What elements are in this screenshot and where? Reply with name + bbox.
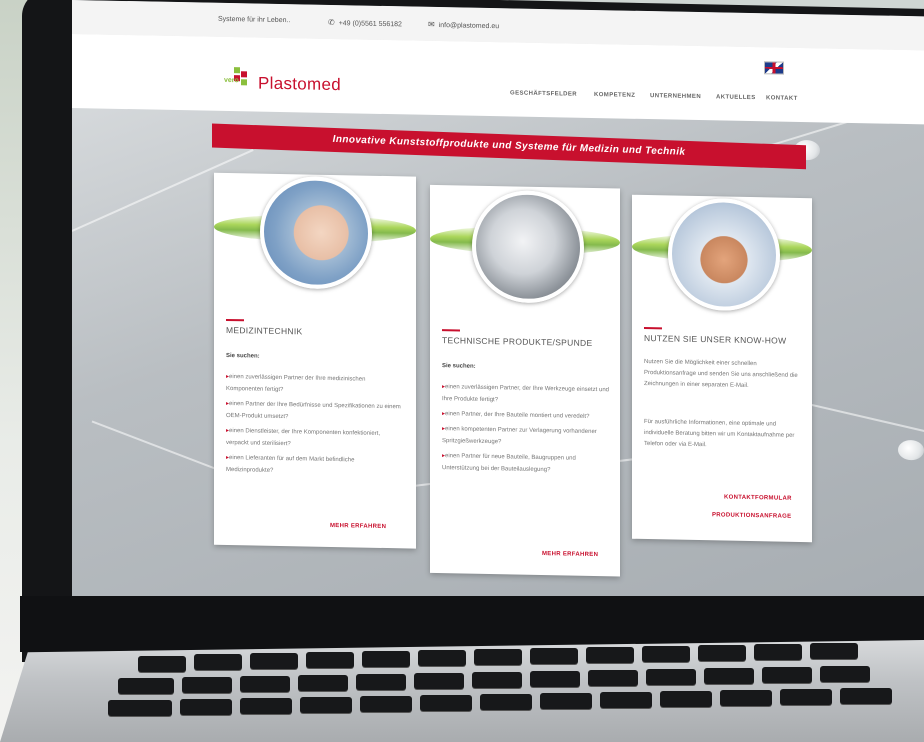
list-item: einen zuverlässigen Partner der Ihre med… [226, 371, 402, 398]
keyboard-key [540, 693, 592, 709]
keyboard-key [362, 651, 410, 667]
keyboard-key [600, 692, 652, 708]
technical-part-image [472, 189, 584, 304]
keyboard-key [182, 677, 232, 693]
keyboard-key [300, 697, 352, 713]
keyboard-key [194, 654, 242, 670]
accent-line [226, 318, 244, 322]
card-subtitle: Sie suchen: [442, 363, 476, 370]
list-item: einen Partner für neue Bauteile, Baugrup… [442, 450, 610, 477]
keyboard-key [414, 673, 464, 689]
keyboard-key [754, 644, 802, 660]
keyboard-key [138, 656, 186, 672]
nav-item-kontakt[interactable]: KONTAKT [766, 95, 798, 102]
email-contact[interactable]: ✉ info@plastomed.eu [428, 20, 499, 30]
nav-item-unternehmen[interactable]: UNTERNEHMEN [650, 93, 701, 100]
list-item: einen Partner der Ihre Bedürfnisse und S… [226, 398, 402, 425]
card-know-how: NUTZEN SIE UNSER KNOW-HOW Nutzen Sie die… [632, 194, 812, 543]
card-title: MEDIZINTECHNIK [226, 324, 303, 337]
card-technische-produkte: TECHNISCHE PRODUKTE/SPUNDE Sie suchen: e… [430, 184, 620, 577]
accent-line [442, 329, 460, 332]
card-bullet-list: einen zuverlässigen Partner der Ihre med… [226, 371, 402, 482]
keyboard-key [810, 643, 858, 659]
list-item: einen kompetenten Partner zur Verlagerun… [442, 423, 610, 450]
keyboard-key [472, 672, 522, 688]
keyboard-key [642, 646, 690, 662]
keyboard-key [530, 671, 580, 687]
list-item: einen Lieferanten für auf dem Markt befi… [226, 452, 402, 479]
card-medizintechnik: MEDIZINTECHNIK Sie suchen: einen zuverlä… [214, 172, 416, 549]
card-subtitle: Sie suchen: [226, 352, 260, 360]
keyboard-key [360, 696, 412, 712]
mehr-erfahren-link[interactable]: MEHR ERFAHREN [330, 523, 386, 530]
logo-name: Plastomed [258, 73, 342, 95]
keyboard-key [720, 690, 772, 706]
card-bullet-list: einen zuverlässigen Partner, der Ihre We… [442, 381, 610, 480]
laptop-screen: Systeme für ihr Leben.. ✆ +49 (0)5561 556… [72, 0, 924, 613]
keyboard [98, 643, 924, 722]
keyboard-key [762, 667, 812, 683]
keyboard-key [780, 689, 832, 705]
keyboard-key [704, 668, 754, 684]
accent-line [644, 326, 662, 330]
card-paragraph: Für ausführliche Informationen, eine opt… [644, 418, 795, 449]
keyboard-key [420, 695, 472, 711]
list-item: einen zuverlässigen Partner, der Ihre We… [442, 381, 610, 408]
keyboard-key [840, 688, 892, 704]
mehr-erfahren-link[interactable]: MEHR ERFAHREN [542, 551, 598, 558]
nav-item-geschaeftsfelder[interactable]: GESCHÄFTSFELDER [510, 90, 577, 97]
email-address: info@plastomed.eu [438, 22, 500, 31]
keyboard-key [480, 694, 532, 710]
card-title: TECHNISCHE PRODUKTE/SPUNDE [442, 335, 593, 348]
keyboard-key [530, 648, 578, 664]
keyboard-key [820, 666, 870, 682]
network-node [898, 439, 924, 461]
keyboard-key [660, 691, 712, 707]
banner-text: Innovative Kunststoffprodukte und System… [332, 133, 686, 158]
envelope-icon: ✉ [428, 19, 435, 29]
phone-number: +49 (0)5561 556182 [338, 20, 402, 29]
keyboard-key [474, 649, 522, 665]
keyboard-key [418, 650, 466, 666]
keyboard-key [108, 700, 172, 716]
keyboard-key [240, 676, 290, 692]
handshake-image [668, 197, 780, 312]
produktionsanfrage-link[interactable]: PRODUKTIONSANFRAGE [712, 512, 791, 520]
keyboard-key [250, 653, 298, 669]
keyboard-key [698, 645, 746, 661]
keyboard-key [588, 670, 638, 686]
keyboard-key [306, 652, 354, 668]
phone-icon: ✆ [328, 17, 335, 28]
phone-contact[interactable]: ✆ +49 (0)5561 556182 [328, 18, 402, 28]
list-item: einen Partner, der Ihre Bauteile montier… [442, 408, 610, 423]
doctor-eye-image [260, 175, 372, 290]
uk-flag-icon[interactable] [764, 61, 784, 75]
keyboard-key [240, 698, 292, 714]
list-item: einen Dienstleister, der Ihre Komponente… [226, 425, 402, 452]
card-title: NUTZEN SIE UNSER KNOW-HOW [644, 332, 787, 346]
keyboard-key [646, 669, 696, 685]
keyboard-key [586, 647, 634, 663]
logo-prefix: vero [224, 76, 239, 85]
keyboard-key [356, 674, 406, 690]
nav-item-kompetenz[interactable]: KOMPETENZ [594, 92, 635, 99]
nav-item-aktuelles[interactable]: AKTUELLES [716, 94, 756, 101]
keyboard-key [298, 675, 348, 691]
tagline: Systeme für ihr Leben.. [218, 15, 291, 25]
hero-banner: Innovative Kunststoffprodukte und System… [212, 123, 806, 170]
kontaktformular-link[interactable]: KONTAKTFORMULAR [724, 495, 792, 502]
keyboard-key [118, 678, 174, 694]
card-paragraph: Nutzen Sie die Möglichkeit einer schnell… [644, 358, 798, 389]
site-header: vero Plastomed GESCHÄFTSFELDER KOMPETENZ… [72, 34, 924, 125]
keyboard-key [180, 699, 232, 715]
